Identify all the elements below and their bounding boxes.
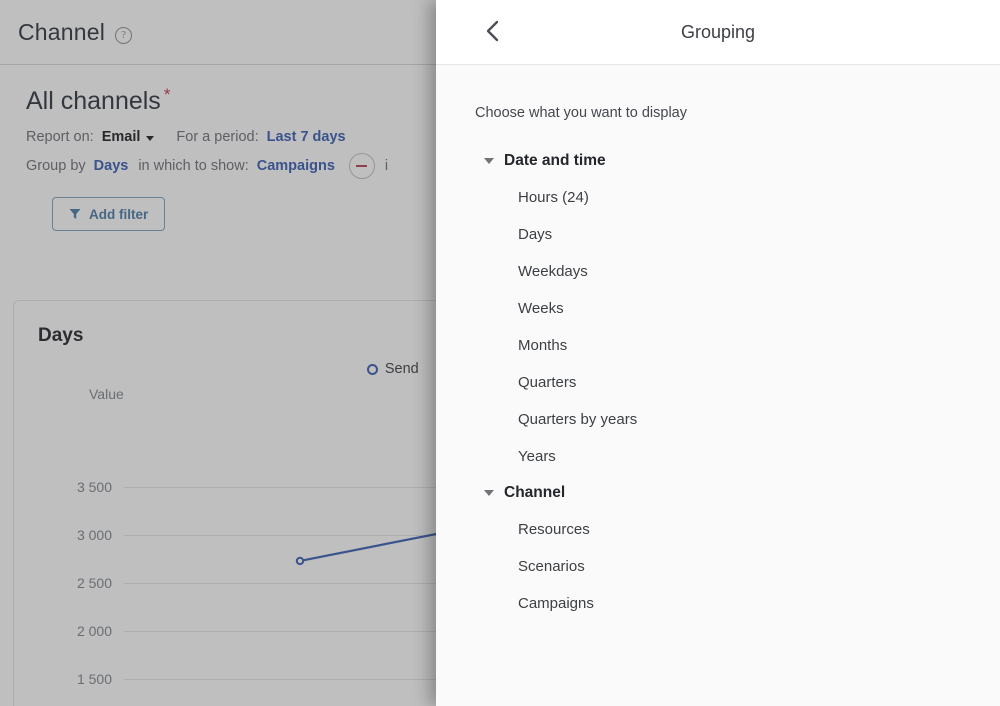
group-header-channel[interactable]: Channel xyxy=(484,475,1000,511)
group-item-years[interactable]: Years xyxy=(436,438,1000,475)
group-channel: Channel Resources Scenarios Campaigns xyxy=(436,475,1000,622)
panel-subtitle: Choose what you want to display xyxy=(475,105,687,121)
group-header-date-and-time[interactable]: Date and time xyxy=(484,143,1000,179)
group-title: Date and time xyxy=(504,152,606,169)
group-item-quarters[interactable]: Quarters xyxy=(436,364,1000,401)
group-item-months[interactable]: Months xyxy=(436,327,1000,364)
screen-root: Channel ? All channels * Report on: Email… xyxy=(0,0,1000,706)
group-item-weeks[interactable]: Weeks xyxy=(436,290,1000,327)
group-item-quarters-by-years[interactable]: Quarters by years xyxy=(436,401,1000,438)
grouping-panel: Grouping Choose what you want to display… xyxy=(436,0,1000,706)
triangle-down-icon xyxy=(484,490,494,496)
group-item-resources[interactable]: Resources xyxy=(436,511,1000,548)
group-title: Channel xyxy=(504,484,566,501)
group-date-and-time: Date and time Hours (24) Days Weekdays W… xyxy=(436,143,1000,475)
group-item-weekdays[interactable]: Weekdays xyxy=(436,253,1000,290)
group-item-hours-24[interactable]: Hours (24) xyxy=(436,179,1000,216)
panel-header: Grouping xyxy=(436,0,1000,65)
group-item-campaigns[interactable]: Campaigns xyxy=(436,585,1000,622)
triangle-down-icon xyxy=(484,158,494,164)
back-button[interactable] xyxy=(478,17,508,47)
group-item-days[interactable]: Days xyxy=(436,216,1000,253)
group-item-scenarios[interactable]: Scenarios xyxy=(436,548,1000,585)
panel-title: Grouping xyxy=(680,21,756,42)
chevron-left-icon xyxy=(485,19,501,46)
panel-body: Choose what you want to display Date and… xyxy=(436,65,1000,706)
